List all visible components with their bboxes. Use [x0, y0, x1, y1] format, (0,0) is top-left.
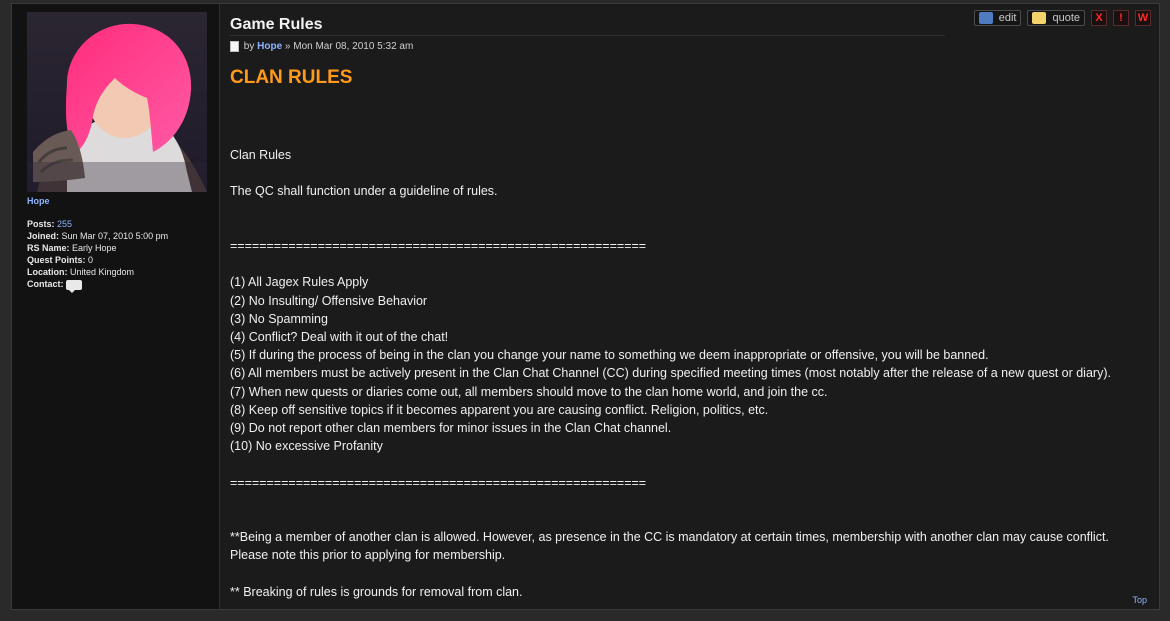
- post-body: Clan Rules The QC shall function under a…: [230, 148, 1111, 599]
- post-panel: Hope Posts: 255 Joined: Sun Mar 07, 2010…: [11, 3, 1160, 610]
- stat-posts-value[interactable]: 255: [57, 219, 72, 229]
- quote-label: quote: [1052, 12, 1080, 24]
- edit-label: edit: [998, 12, 1017, 24]
- title-divider: [230, 35, 945, 36]
- warn-button[interactable]: W: [1135, 10, 1151, 26]
- post-content: Game Rules edit quote X ! W by Hope » Mo…: [230, 4, 1159, 609]
- stat-joined-value: Sun Mar 07, 2010 5:00 pm: [61, 231, 169, 241]
- meta-date: Mon Mar 08, 2010 5:32 am: [293, 41, 414, 53]
- user-profile-sidebar: Hope Posts: 255 Joined: Sun Mar 07, 2010…: [12, 4, 220, 609]
- post-heading: CLAN RULES: [230, 67, 353, 88]
- stat-location: Location: United Kingdom: [27, 266, 207, 278]
- quote-button[interactable]: quote: [1027, 10, 1085, 26]
- edit-button[interactable]: edit: [973, 10, 1022, 26]
- stat-questpoints-value: 0: [88, 255, 94, 265]
- avatar-photo: [27, 12, 207, 192]
- meta-by: by: [243, 41, 255, 53]
- edit-icon: [978, 12, 993, 24]
- stat-questpoints: Quest Points: 0: [27, 254, 207, 266]
- stat-joined: Joined: Sun Mar 07, 2010 5:00 pm: [27, 230, 207, 242]
- profile-stats: Posts: 255 Joined: Sun Mar 07, 2010 5:00…: [27, 218, 207, 293]
- stat-questpoints-label: Quest Points:: [27, 255, 86, 265]
- meta-separator: »: [284, 41, 291, 53]
- stat-rsname-value: Early Hope: [72, 243, 117, 253]
- top-link[interactable]: Top: [1132, 595, 1147, 605]
- meta-author[interactable]: Hope: [257, 41, 282, 52]
- post-icon: [230, 41, 239, 52]
- report-button[interactable]: !: [1113, 10, 1129, 26]
- quote-icon: [1032, 12, 1047, 24]
- post-title[interactable]: Game Rules: [230, 16, 322, 34]
- stat-posts: Posts: 255: [27, 218, 207, 230]
- stat-location-label: Location:: [27, 267, 68, 277]
- stat-rsname-label: RS Name:: [27, 243, 70, 253]
- stat-location-value: United Kingdom: [70, 267, 135, 277]
- stat-posts-label: Posts:: [27, 219, 55, 229]
- stat-contact-label: Contact:: [27, 279, 64, 289]
- message-icon[interactable]: [66, 279, 83, 293]
- page-frame: Hope Posts: 255 Joined: Sun Mar 07, 2010…: [0, 0, 1170, 621]
- delete-button[interactable]: X: [1091, 10, 1107, 26]
- post-meta: by Hope » Mon Mar 08, 2010 5:32 am: [230, 41, 413, 52]
- profile-username[interactable]: Hope: [27, 196, 50, 206]
- post-actions: edit quote X ! W: [973, 10, 1151, 26]
- avatar[interactable]: [27, 12, 207, 192]
- stat-rsname: RS Name: Early Hope: [27, 242, 207, 254]
- stat-contact: Contact:: [27, 278, 207, 293]
- stat-joined-label: Joined:: [27, 231, 60, 241]
